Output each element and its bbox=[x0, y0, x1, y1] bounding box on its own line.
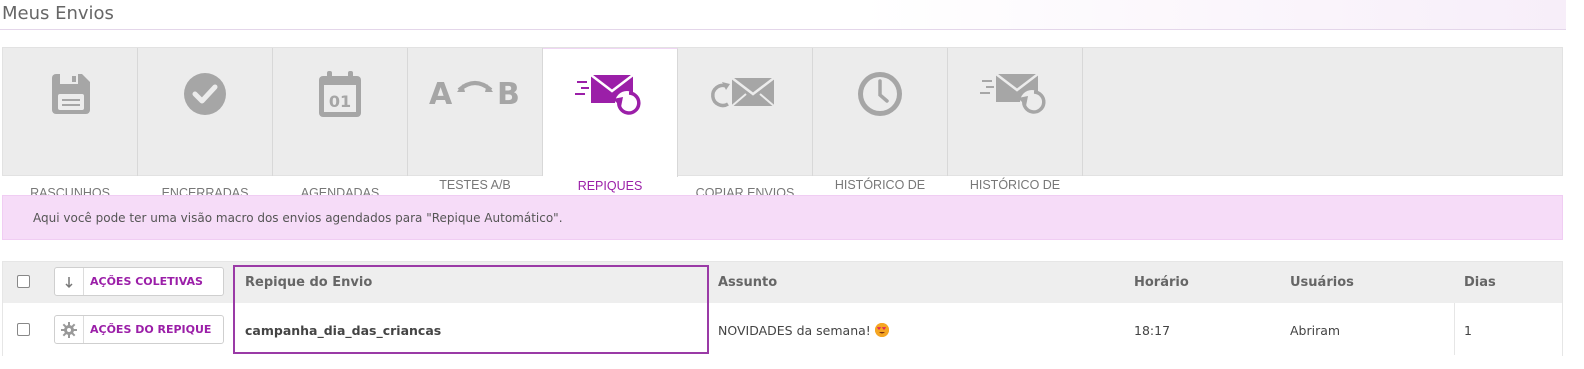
ab-test-icon: A B bbox=[408, 66, 542, 122]
bulk-actions-label: AÇÕES COLETIVAS bbox=[90, 275, 203, 288]
tab-agendadas[interactable]: 01 AGENDADAS bbox=[273, 48, 408, 200]
table-row: AÇÕES DO REPIQUE campanha_dia_das_crianc… bbox=[3, 303, 1562, 356]
cell-horario: 18:17 bbox=[1134, 323, 1171, 338]
cell-repique[interactable]: campanha_dia_das_criancas bbox=[245, 323, 441, 338]
svg-text:A: A bbox=[429, 77, 453, 112]
cell-assunto: NOVIDADES da semana! bbox=[718, 323, 889, 338]
copy-envelope-icon bbox=[678, 66, 812, 122]
tab-copiar-envios[interactable]: COPIAR ENVIOS bbox=[678, 48, 813, 200]
info-text: Aqui você pode ter uma visão macro dos e… bbox=[33, 211, 563, 225]
heart-eyes-emoji-icon bbox=[874, 323, 889, 337]
row-checkbox[interactable] bbox=[17, 323, 30, 336]
page-title: Meus Envios bbox=[2, 3, 114, 24]
column-header-dias[interactable]: Dias bbox=[1464, 275, 1496, 290]
cell-usuarios: Abriram bbox=[1290, 323, 1341, 338]
tabs-bar: RASCUNHOS ENCERRADAS 01 AGENDADAS A B TE… bbox=[2, 47, 1563, 208]
scheduled-resend-envelope-icon bbox=[543, 67, 677, 123]
resend-history-envelope-icon bbox=[948, 66, 1082, 122]
svg-text:B: B bbox=[497, 77, 520, 112]
tab-testes-ab[interactable]: A B TESTES A/B AGENDADOS bbox=[408, 48, 543, 207]
repique-actions-label: AÇÕES DO REPIQUE bbox=[90, 323, 212, 336]
clock-icon bbox=[813, 66, 947, 122]
svg-text:01: 01 bbox=[329, 92, 351, 111]
assunto-text: NOVIDADES da semana! bbox=[718, 323, 871, 338]
column-header-assunto[interactable]: Assunto bbox=[718, 275, 777, 290]
tab-encerradas[interactable]: ENCERRADAS bbox=[138, 48, 273, 200]
tab-historico-repiques[interactable]: HISTÓRICO DE REPIQUES bbox=[948, 48, 1083, 207]
table-header: AÇÕES COLETIVAS Repique do Envio Assunto… bbox=[3, 262, 1562, 303]
tab-historico-envios[interactable]: HISTÓRICO DE ENVIOS bbox=[813, 48, 948, 207]
page-header: Meus Envios bbox=[0, 0, 1566, 30]
check-circle-icon bbox=[138, 66, 272, 122]
column-header-horario[interactable]: Horário bbox=[1134, 275, 1189, 290]
sort-down-icon bbox=[55, 268, 84, 295]
gear-icon bbox=[55, 316, 84, 343]
calendar-01-icon: 01 bbox=[273, 66, 407, 122]
column-header-repique[interactable]: Repique do Envio bbox=[245, 275, 372, 290]
tab-rascunhos[interactable]: RASCUNHOS bbox=[3, 48, 138, 200]
info-banner: Aqui você pode ter uma visão macro dos e… bbox=[2, 195, 1563, 240]
column-divider bbox=[1454, 303, 1455, 355]
repiques-table: AÇÕES COLETIVAS Repique do Envio Assunto… bbox=[2, 261, 1563, 356]
column-header-usuarios[interactable]: Usuários bbox=[1290, 275, 1354, 290]
floppy-disk-icon bbox=[3, 66, 137, 122]
tab-repiques-agendados[interactable]: REPIQUES AGENDADOS bbox=[543, 48, 678, 208]
repique-actions-button[interactable]: AÇÕES DO REPIQUE bbox=[54, 315, 224, 344]
cell-dias: 1 bbox=[1464, 323, 1472, 338]
bulk-actions-button[interactable]: AÇÕES COLETIVAS bbox=[54, 267, 224, 296]
select-all-checkbox[interactable] bbox=[17, 275, 30, 288]
